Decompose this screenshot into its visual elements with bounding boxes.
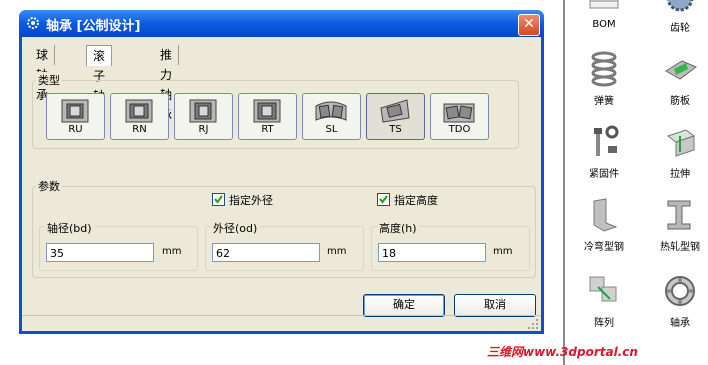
type-label: RU (68, 124, 83, 135)
palette-item-rib[interactable]: 筋板 (650, 51, 708, 107)
bearing-rj-icon (189, 99, 217, 123)
specify-od-label: 指定外径 (229, 194, 273, 207)
palette-label: 阵列 (594, 318, 614, 329)
outer-input[interactable]: 62 (212, 243, 320, 262)
hot-rolled-steel-icon (667, 200, 691, 230)
palette-item-bearing[interactable]: 轴承 (650, 273, 708, 329)
checkmark-icon (214, 195, 223, 204)
palette-item-spring[interactable]: 弹簧 (574, 51, 634, 107)
close-button[interactable]: ✕ (518, 14, 540, 36)
checkmark-icon (379, 195, 388, 204)
palette-item-array[interactable]: 阵列 (574, 273, 634, 329)
resize-grip-icon[interactable] (527, 318, 539, 330)
cold-formed-steel-icon (593, 198, 618, 232)
palette-item-bom[interactable]: BOM (574, 0, 634, 30)
type-label: RN (132, 124, 147, 135)
palette-item-cold-formed-steel[interactable]: 冷弯型钢 (574, 197, 634, 253)
type-label: RT (261, 124, 274, 135)
type-button-sl[interactable]: SL (302, 93, 361, 140)
title-bar[interactable]: 轴承 [公制设计] ✕ (19, 10, 544, 37)
tab-ball-bearing[interactable]: 球轴承 (30, 45, 56, 102)
type-group-label: 类型 (36, 72, 62, 88)
bom-icon (589, 0, 619, 9)
ok-button[interactable]: 确定 (363, 294, 445, 317)
palette-label: 热轧型钢 (660, 242, 700, 253)
specify-height-label: 指定高度 (394, 194, 438, 207)
height-label: 高度(h) (377, 220, 419, 236)
bearing-tdo-icon (443, 103, 475, 123)
outer-unit: mm (327, 246, 347, 257)
bore-input[interactable]: 35 (46, 243, 154, 262)
palette-label: 齿轮 (670, 23, 690, 34)
spring-icon (591, 51, 617, 87)
bore-label: 轴径(bd) (45, 220, 94, 236)
type-label: TS (389, 124, 402, 135)
palette-label: BOM (592, 19, 616, 30)
param-group-label: 参数 (36, 178, 62, 194)
bearing-ru-icon (61, 99, 89, 123)
bearing-icon (665, 276, 695, 306)
gear-icon (27, 17, 39, 29)
palette-label: 拉伸 (670, 169, 690, 180)
rib-icon (665, 60, 697, 80)
type-button-rt[interactable]: RT (238, 93, 297, 140)
specify-od-checkbox[interactable] (212, 193, 225, 206)
height-unit: mm (493, 246, 513, 257)
dialog-title: 轴承 [公制设计] (46, 19, 141, 34)
panel-divider (563, 0, 565, 365)
bore-unit: mm (162, 246, 182, 257)
palette-label: 冷弯型钢 (584, 242, 624, 253)
bearing-sl-icon (315, 101, 347, 121)
palette-item-gear[interactable]: 齿轮 (650, 0, 708, 34)
palette-label: 紧固件 (589, 169, 619, 180)
type-button-rn[interactable]: RN (110, 93, 169, 140)
specify-height-checkbox[interactable] (377, 193, 390, 206)
watermark-text: 三维网www.3dportal.cn (487, 345, 638, 359)
tab-roller-bearing[interactable]: 滚子轴承 (86, 45, 113, 123)
bearing-rt-icon (253, 99, 281, 123)
bearing-dialog: 轴承 [公制设计] ✕ 球轴承 滚子轴承 推力轴承 类型 RU RN (19, 10, 544, 334)
status-bar (22, 315, 541, 331)
fastener-icon (594, 125, 619, 156)
type-button-ts[interactable]: TS (366, 93, 425, 140)
palette-label: 轴承 (670, 318, 690, 329)
palette-item-hot-rolled-steel[interactable]: 热轧型钢 (650, 197, 708, 253)
palette-label: 筋板 (670, 96, 690, 107)
palette-item-fastener[interactable]: 紧固件 (574, 124, 634, 180)
type-label: TDO (448, 124, 471, 135)
type-label: SL (325, 124, 338, 135)
type-label: RJ (198, 124, 209, 135)
array-icon (589, 276, 617, 302)
palette-item-extrude[interactable]: 拉伸 (650, 124, 708, 180)
gear-icon (666, 0, 694, 12)
type-button-ru[interactable]: RU (46, 93, 105, 140)
height-input[interactable]: 18 (378, 243, 486, 262)
bearing-ts-icon (380, 99, 410, 123)
dialog-client: 球轴承 滚子轴承 推力轴承 类型 RU RN (22, 37, 541, 331)
type-button-rj[interactable]: RJ (174, 93, 233, 140)
tab-thrust-bearing[interactable]: 推力轴承 (154, 45, 180, 122)
palette-label: 弹簧 (594, 96, 614, 107)
cancel-button[interactable]: 取消 (454, 294, 536, 317)
type-button-tdo[interactable]: TDO (430, 93, 489, 140)
bearing-rn-icon (125, 99, 153, 123)
extrude-icon (666, 129, 696, 157)
outer-label: 外径(od) (211, 220, 260, 236)
